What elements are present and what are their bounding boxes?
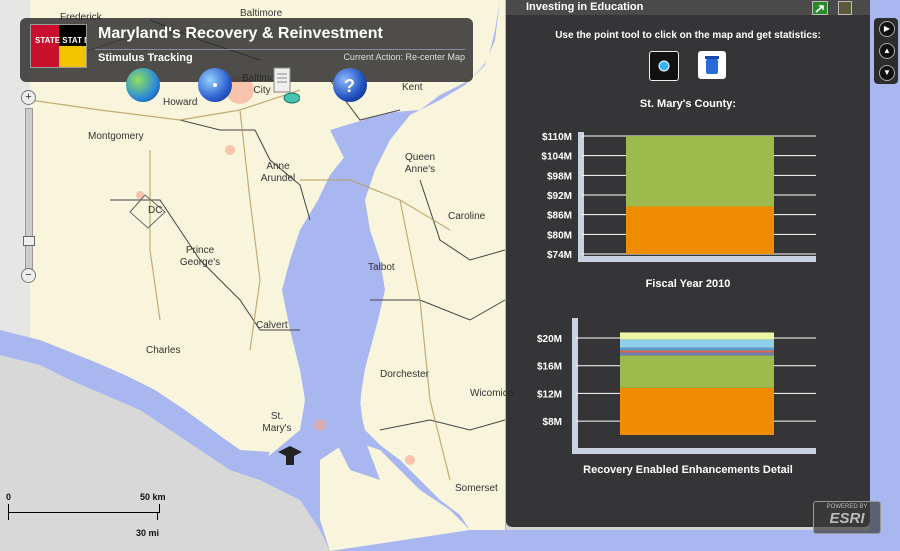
place-label-calvert: Calvert (256, 320, 288, 331)
esri-logo: POWERED BY ESRI (813, 501, 881, 534)
place-label-charles: Charles (146, 345, 181, 356)
x-axis-bar (572, 448, 816, 454)
y-tick-label: $20M (537, 334, 562, 345)
svg-text:?: ? (344, 76, 355, 96)
current-action-label: Current Action: Re-center Map (343, 52, 465, 62)
scroll-up-button[interactable]: ▲ (879, 43, 895, 59)
bar-segment (626, 206, 774, 254)
app-header: STATE STAT MARYLAND Maryland's Recovery … (20, 18, 473, 82)
app-title: Maryland's Recovery & Reinvestment (98, 25, 383, 42)
scroll-down-button[interactable]: ▼ (879, 65, 895, 81)
scale-zero: 0 (6, 492, 12, 502)
app-subtitle: Stimulus Tracking (98, 52, 193, 64)
y-tick-label: $8M (543, 417, 562, 428)
panel-nav: ▶ ▲ ▼ (874, 18, 898, 84)
panel-title: Investing in Education (526, 1, 644, 13)
scale-mi: 30 mi (136, 528, 160, 538)
enhancements-chart: $20M $16M $12M $8M (537, 318, 816, 454)
document-icon[interactable] (268, 66, 301, 106)
fiscal-year-chart: $110M $104M $98M $92M $86M $80M $74M (541, 132, 816, 262)
compass-icon[interactable] (198, 68, 232, 102)
bar-segment (620, 332, 774, 340)
title-divider (95, 49, 465, 50)
place-label-caroline: Caroline (448, 211, 486, 222)
bar-segment (620, 387, 774, 435)
y-tick-label: $74M (547, 250, 572, 261)
y-tick-label: $86M (547, 211, 572, 222)
place-label-prince-georges: Prince George's (179, 245, 221, 268)
minimize-icon[interactable] (838, 1, 852, 15)
y-tick-label: $98M (547, 171, 572, 182)
statestat-logo: STATE STAT MARYLAND (30, 24, 130, 68)
y-tick-label: $16M (537, 362, 562, 373)
place-label-howard: Howard (163, 97, 198, 108)
chart1-label: Fiscal Year 2010 (645, 278, 731, 290)
place-label-st-marys: St. Mary's (262, 411, 292, 434)
zoom-in-button[interactable]: + (21, 90, 36, 105)
y-tick-label: $80M (547, 230, 572, 241)
chart2-label: Recovery Enabled Enhancements Detail (583, 464, 793, 476)
place-label-talbot: Talbot (368, 262, 395, 273)
y-tick-label: $12M (537, 389, 562, 400)
place-label-queen-annes: Queen Anne's (404, 152, 436, 175)
statistics-panel: Investing in Education Use the point too… (506, 0, 870, 527)
x-axis-bar (578, 256, 816, 262)
place-label-somerset: Somerset (455, 483, 498, 494)
expand-icon[interactable] (812, 1, 828, 15)
place-label-dc: DC (148, 205, 163, 216)
bar-segment (620, 355, 774, 388)
globe-icon[interactable] (126, 68, 160, 102)
bar-segment (620, 350, 774, 353)
scale-bar: 0 50 km 30 mi (4, 492, 169, 542)
bar-segment (620, 347, 774, 351)
panel-instructions: Use the point tool to click on the map a… (555, 30, 821, 41)
place-label-anne-arundel: Anne Arundel (260, 161, 296, 184)
scale-km: 50 km (140, 492, 166, 502)
point-tool-button[interactable] (649, 51, 679, 81)
y-tick-label: $92M (547, 191, 572, 202)
help-icon[interactable]: ? (333, 68, 367, 102)
collapse-panel-button[interactable]: ▶ (879, 21, 895, 37)
place-label-dorchester: Dorchester (380, 369, 429, 380)
trash-icon[interactable] (698, 51, 726, 79)
zoom-slider-thumb[interactable] (23, 236, 35, 246)
y-axis-bar (578, 132, 584, 256)
place-label-montgomery: Montgomery (88, 131, 144, 142)
zoom-control: + − (18, 88, 38, 283)
county-name: St. Mary's County: (639, 98, 737, 110)
place-label-kent: Kent (402, 82, 423, 93)
bar-segment (620, 339, 774, 348)
bar-segment (620, 352, 774, 356)
bar-segment (626, 136, 774, 207)
y-tick-label: $104M (541, 152, 572, 163)
zoom-out-button[interactable]: − (21, 268, 36, 283)
svg-text:STATE STAT MARYLAND: STATE STAT MARYLAND (35, 36, 86, 45)
y-tick-label: $110M (542, 132, 572, 143)
